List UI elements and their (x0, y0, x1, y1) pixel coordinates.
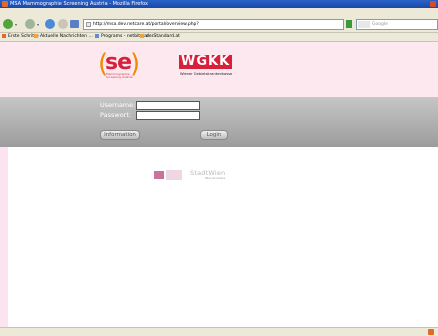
menu-bar: Datei Bearbeiten Ansicht Chronik Lesezei… (0, 8, 438, 25)
address-text[interactable]: http://msa.dev.netcare.at/portal/overvie… (93, 20, 199, 29)
footer-logos: StadtWien Wien ist anders (0, 160, 438, 190)
partner-logo-text (166, 170, 182, 180)
username-input[interactable] (136, 101, 200, 110)
go-arrow-icon[interactable] (346, 20, 352, 28)
bookmarks-toolbar: Erste Schritte Aktuelle Nachrichten ... … (0, 33, 438, 42)
address-bar[interactable]: http://msa.dev.netcare.at/portal/overvie… (83, 19, 344, 30)
back-dropdown-icon[interactable]: ▾ (15, 22, 17, 27)
wgkk-logo-subtitle: Wiener Gebietskrankenkasse (180, 72, 233, 76)
search-box[interactable]: Google (356, 19, 438, 30)
home-icon[interactable] (70, 20, 79, 28)
page-favicon-icon (86, 22, 91, 27)
page-icon (95, 33, 99, 38)
wgkk-logo-text: WGKK (179, 54, 233, 69)
bookmark-item[interactable]: Aktuelle Nachrichten ... (34, 33, 93, 41)
login-button[interactable]: Login (200, 130, 228, 140)
close-window-icon[interactable] (430, 1, 436, 7)
stop-icon[interactable] (58, 19, 68, 29)
stadt-wien-slogan: Wien ist anders (205, 177, 226, 180)
folder-icon (140, 33, 144, 38)
login-panel: Username: Passwort: Information Login (0, 97, 438, 147)
bookmark-firefox-icon (2, 33, 6, 38)
window-title: MSA Mammographie Screening Austria - Moz… (10, 1, 148, 7)
wgkk-logo: WGKK Wiener Gebietskrankenkasse (176, 55, 232, 85)
username-label: Username: (100, 101, 136, 109)
bookmark-label: Aktuelle Nachrichten ... (40, 34, 93, 39)
password-label: Passwort: (100, 111, 132, 119)
back-arrow-icon[interactable] (3, 19, 13, 29)
msa-logo: ( se ) Mammographie Screening Austria (98, 49, 140, 80)
forward-dropdown-icon[interactable]: ▾ (37, 22, 39, 27)
status-icon (428, 329, 434, 335)
stadt-wien-logo: StadtWien (190, 169, 226, 177)
password-input[interactable] (136, 111, 200, 120)
reload-icon[interactable] (45, 19, 55, 29)
bookmark-label: derStandard.at (146, 34, 180, 39)
search-placeholder[interactable]: Google (372, 20, 388, 29)
firefox-icon (2, 1, 8, 7)
search-engine-icon[interactable] (358, 21, 370, 28)
logo-se-subtitle: Mammographie Screening Austria (106, 72, 133, 79)
bookmark-item[interactable]: derStandard.at (140, 33, 180, 41)
partner-logo-mark (154, 171, 164, 179)
information-button[interactable]: Information (100, 130, 140, 140)
forward-arrow-icon[interactable] (25, 19, 35, 29)
rss-icon (34, 33, 38, 38)
navigation-toolbar: ▾ ▾ http://msa.dev.netcare.at/portal/ove… (0, 16, 438, 33)
window-titlebar: MSA Mammographie Screening Austria - Moz… (0, 0, 438, 8)
